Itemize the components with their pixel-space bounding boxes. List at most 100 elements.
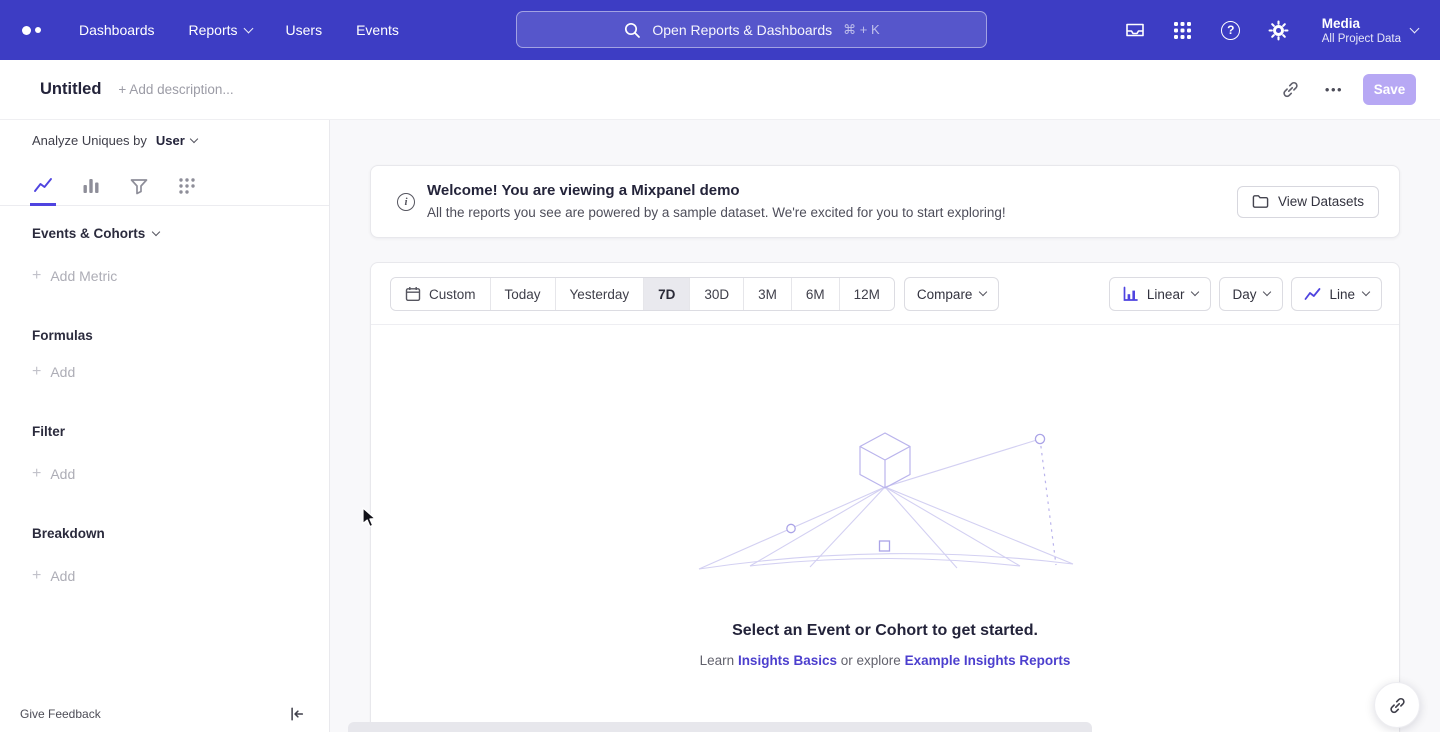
- project-name: Media: [1322, 15, 1401, 32]
- insights-tab-icon[interactable]: [30, 166, 56, 206]
- settings-gear-icon[interactable]: [1268, 19, 1290, 41]
- nav-reports-label: Reports: [189, 22, 238, 38]
- analyze-label: Analyze Uniques by: [32, 133, 147, 148]
- range-7d[interactable]: 7D: [643, 278, 689, 310]
- search-placeholder: Open Reports & Dashboards: [652, 22, 832, 38]
- project-text: Media All Project Data: [1322, 15, 1401, 46]
- demo-welcome-banner: i Welcome! You are viewing a Mixpanel de…: [370, 165, 1400, 238]
- search-icon: [623, 21, 641, 39]
- add-formula-button[interactable]: + Add: [32, 364, 75, 380]
- view-datasets-button[interactable]: View Datasets: [1237, 186, 1379, 218]
- compare-label: Compare: [917, 287, 973, 302]
- share-link-fab[interactable]: [1374, 682, 1420, 728]
- logo-dot: [35, 27, 41, 33]
- interval-label: Day: [1232, 287, 1256, 302]
- retention-grid-tab-icon[interactable]: [174, 166, 200, 206]
- empty-state-subtitle: Learn Insights Basics or explore Example…: [371, 653, 1399, 668]
- empty-state: Select an Event or Cohort to get started…: [371, 425, 1399, 668]
- range-custom-label: Custom: [429, 287, 476, 302]
- info-icon: i: [397, 193, 415, 211]
- add-label: Add: [50, 466, 75, 482]
- filter-section: Filter: [32, 424, 65, 439]
- apps-grid-icon[interactable]: [1172, 19, 1194, 41]
- insights-report-card: Custom Today Yesterday 7D 30D 3M 6M 12M …: [370, 262, 1400, 732]
- range-today[interactable]: Today: [490, 278, 555, 310]
- range-30d[interactable]: 30D: [689, 278, 743, 310]
- empty-state-title: Select an Event or Cohort to get started…: [371, 622, 1399, 640]
- analyze-uniques-row: Analyze Uniques by User: [32, 133, 197, 148]
- report-title[interactable]: Untitled: [40, 80, 101, 99]
- linear-scale-icon: [1122, 286, 1139, 303]
- range-yesterday[interactable]: Yesterday: [555, 278, 644, 310]
- events-cohorts-label: Events & Cohorts: [32, 226, 145, 241]
- top-navigation: Dashboards Reports Users Events Open Rep…: [0, 0, 1440, 60]
- chart-controls: Linear Day Line: [1109, 277, 1382, 311]
- plus-icon: +: [32, 467, 41, 481]
- add-filter-button[interactable]: + Add: [32, 466, 75, 482]
- plus-icon: +: [32, 365, 41, 379]
- scale-label: Linear: [1147, 287, 1185, 302]
- add-label: Add: [50, 568, 75, 584]
- nav-dashboards[interactable]: Dashboards: [79, 22, 155, 38]
- more-options-button[interactable]: •••: [1319, 75, 1349, 105]
- range-6m[interactable]: 6M: [791, 278, 839, 310]
- nav-events[interactable]: Events: [356, 22, 399, 38]
- query-builder-sidebar: Analyze Uniques by User: [0, 120, 330, 732]
- help-question-glyph: ?: [1221, 21, 1240, 40]
- give-feedback-link[interactable]: Give Feedback: [20, 707, 101, 721]
- nav-reports[interactable]: Reports: [189, 22, 252, 38]
- range-3m[interactable]: 3M: [743, 278, 791, 310]
- chevron-down-icon: [190, 134, 198, 142]
- bar-chart-tab-icon[interactable]: [78, 166, 104, 206]
- nav-users[interactable]: Users: [286, 22, 323, 38]
- events-cohorts-section[interactable]: Events & Cohorts: [32, 226, 159, 241]
- chart-type-label: Line: [1329, 287, 1355, 302]
- plus-icon: +: [32, 569, 41, 583]
- report-header: Untitled + Add description... ••• Save: [0, 60, 1440, 120]
- range-custom[interactable]: Custom: [391, 278, 490, 310]
- example-insights-reports-link[interactable]: Example Insights Reports: [905, 653, 1071, 668]
- analyze-by-dropdown[interactable]: User: [156, 133, 197, 148]
- filter-label: Filter: [32, 424, 65, 439]
- chevron-down-icon: [1263, 288, 1271, 296]
- copy-link-button[interactable]: [1275, 75, 1305, 105]
- interval-dropdown[interactable]: Day: [1219, 277, 1283, 311]
- line-chart-icon: [1304, 286, 1321, 303]
- or-explore-text: or explore: [841, 653, 901, 668]
- add-breakdown-button[interactable]: + Add: [32, 568, 75, 584]
- mixpanel-logo[interactable]: [22, 26, 41, 35]
- date-range-segmented-control: Custom Today Yesterday 7D 30D 3M 6M 12M: [390, 277, 895, 311]
- chevron-down-icon: [152, 227, 160, 235]
- formulas-label: Formulas: [32, 328, 93, 343]
- compare-button[interactable]: Compare: [904, 277, 1000, 311]
- banner-text: Welcome! You are viewing a Mixpanel demo…: [427, 180, 1006, 223]
- collapse-sidebar-icon[interactable]: [289, 706, 305, 722]
- chevron-down-icon: [1362, 288, 1370, 296]
- analyze-value: User: [156, 133, 185, 148]
- search-shortcut: ⌘ + K: [843, 22, 880, 38]
- funnel-tab-icon[interactable]: [126, 166, 152, 206]
- add-metric-label: Add Metric: [50, 268, 117, 284]
- help-icon[interactable]: ?: [1220, 19, 1242, 41]
- save-button[interactable]: Save: [1363, 74, 1416, 105]
- insights-basics-link[interactable]: Insights Basics: [738, 653, 837, 668]
- learn-text: Learn: [700, 653, 735, 668]
- banner-title: Welcome! You are viewing a Mixpanel demo: [427, 180, 1006, 201]
- horizontal-scrollbar[interactable]: [348, 722, 1092, 732]
- empty-state-illustration: [695, 425, 1075, 575]
- chevron-down-icon: [243, 23, 253, 33]
- add-description[interactable]: + Add description...: [118, 82, 233, 97]
- add-metric-button[interactable]: + Add Metric: [32, 268, 117, 284]
- chart-type-dropdown[interactable]: Line: [1291, 277, 1382, 311]
- scale-dropdown[interactable]: Linear: [1109, 277, 1212, 311]
- project-selector[interactable]: Media All Project Data: [1322, 15, 1418, 46]
- primary-nav: Dashboards Reports Users Events: [79, 22, 399, 38]
- chevron-down-icon: [979, 288, 987, 296]
- range-12m[interactable]: 12M: [839, 278, 894, 310]
- add-label: Add: [50, 364, 75, 380]
- plus-icon: +: [32, 269, 41, 283]
- inbox-icon[interactable]: [1124, 19, 1146, 41]
- calendar-icon: [405, 286, 421, 302]
- sidebar-footer: Give Feedback: [20, 706, 305, 722]
- global-search-input[interactable]: Open Reports & Dashboards ⌘ + K: [516, 11, 987, 48]
